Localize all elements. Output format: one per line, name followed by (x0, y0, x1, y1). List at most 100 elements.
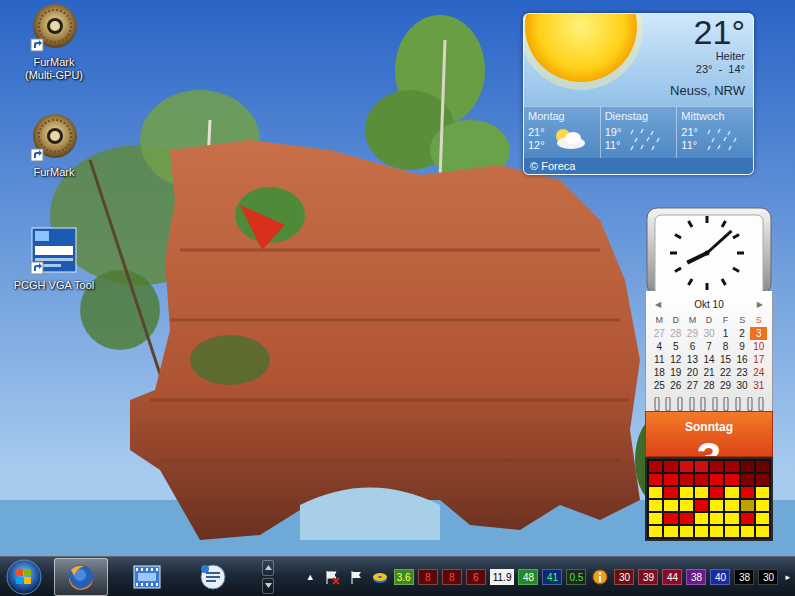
calendar-day[interactable]: 19 (668, 366, 685, 379)
calendar-day[interactable]: 28 (701, 379, 718, 392)
calendar-day[interactable]: 3 (750, 327, 767, 340)
tray-readout[interactable]: 38 (686, 569, 706, 585)
calendar-day[interactable]: 27 (651, 327, 668, 340)
taskbar-button[interactable] (54, 558, 108, 596)
weather-condition: Heiter (716, 50, 745, 63)
calendar-day[interactable]: 21 (701, 366, 718, 379)
tray-readout[interactable]: 30 (614, 569, 634, 585)
calendar-day[interactable]: 30 (701, 327, 718, 340)
calendar-day[interactable]: 24 (750, 366, 767, 379)
calendar-day[interactable]: 28 (668, 327, 685, 340)
tray-icon[interactable] (346, 569, 366, 585)
meter-cell (725, 461, 738, 472)
forecast-high: 19° (605, 126, 622, 139)
calendar-day[interactable]: 30 (734, 379, 751, 392)
calendar-day[interactable]: 23 (734, 366, 751, 379)
calendar-day[interactable]: 29 (717, 379, 734, 392)
pcgh-icon (29, 226, 79, 276)
calendar-day[interactable]: 31 (750, 379, 767, 392)
gadget-column: ◀Okt 10▶MDMDFSS2728293012345678910111213… (645, 207, 773, 541)
tray-icon[interactable] (322, 569, 342, 585)
ring-icon (654, 397, 660, 411)
tray-readout[interactable]: 8 (442, 569, 462, 585)
tray-readout[interactable]: 40 (710, 569, 730, 585)
tray-readout[interactable]: 30 (758, 569, 778, 585)
calendar-day[interactable]: 17 (750, 353, 767, 366)
tray-readout[interactable]: 39 (638, 569, 658, 585)
tray-readout[interactable]: 48 (518, 569, 538, 585)
calendar-day[interactable]: 29 (684, 327, 701, 340)
meter-cell (756, 474, 769, 485)
tray-icon[interactable] (370, 569, 390, 585)
calendar-day[interactable]: 16 (734, 353, 751, 366)
previous-month-button[interactable]: ◀ (655, 300, 661, 309)
calendar-day[interactable]: 5 (668, 340, 685, 353)
tray-readout[interactable]: 0.5 (566, 569, 586, 585)
calendar-day[interactable]: 2 (734, 327, 751, 340)
temperature-range: 23° - 14° (696, 63, 745, 76)
tray-readout[interactable]: 38 (734, 569, 754, 585)
tray-icon[interactable] (590, 569, 610, 585)
tray-readout[interactable]: 8 (418, 569, 438, 585)
start-button[interactable] (0, 557, 48, 596)
shortcut-arrow-icon (31, 149, 43, 161)
desktop-icon[interactable]: FurMark(Multi-GPU) (6, 3, 102, 82)
calendar-day[interactable]: 9 (734, 340, 751, 353)
info-icon (592, 569, 608, 585)
tray-readout[interactable]: 11.9 (490, 569, 515, 585)
calendar-day[interactable]: 1 (717, 327, 734, 340)
calendar-day[interactable]: 10 (750, 340, 767, 353)
meter-cell (649, 474, 662, 485)
shortcut-arrow-icon (31, 39, 43, 51)
clock-gadget[interactable] (645, 207, 773, 291)
taskbar-button[interactable] (186, 558, 240, 596)
sun-icon (524, 14, 654, 106)
ring-icon (677, 397, 683, 411)
calendar-day[interactable]: 4 (651, 340, 668, 353)
big-day-number: 3 (697, 437, 721, 457)
tray-readout[interactable]: 44 (662, 569, 682, 585)
forecast-low: 12° (528, 139, 545, 152)
down-arrow-icon (265, 583, 272, 588)
windows-logo-icon (5, 558, 43, 596)
calendar-day[interactable]: 14 (701, 353, 718, 366)
calendar-day[interactable]: 26 (668, 379, 685, 392)
calendar-day[interactable]: 8 (717, 340, 734, 353)
tray-readout[interactable]: 3.6 (394, 569, 414, 585)
forecast-low: 11° (681, 139, 698, 152)
taskbar-button[interactable] (120, 558, 174, 596)
calendar-day[interactable]: 25 (651, 379, 668, 392)
calendar-day[interactable]: 15 (717, 353, 734, 366)
desktop-icon[interactable]: PCGH VGA Tool (6, 226, 102, 292)
desktop: FurMark(Multi-GPU)FurMarkPCGH VGA Tool21… (0, 0, 795, 556)
forecast-day: Montag21°12° (524, 107, 601, 158)
tray-readout[interactable]: 41 (542, 569, 562, 585)
weather-gadget[interactable]: 21°Heiter23° - 14°Neuss, NRWMontag21°12°… (523, 13, 754, 175)
meter-cell (695, 513, 708, 524)
calendar-day[interactable]: 7 (701, 340, 718, 353)
meter-gadget[interactable] (645, 457, 773, 541)
weather-credit[interactable]: © Foreca (524, 158, 753, 174)
meter-cell (680, 513, 693, 524)
calendar-gadget[interactable]: ◀Okt 10▶MDMDFSS2728293012345678910111213… (645, 291, 773, 411)
calendar-day[interactable]: 22 (717, 366, 734, 379)
calendar-day[interactable]: 13 (684, 353, 701, 366)
tray-arrow-button[interactable]: ▸ (782, 572, 793, 582)
desktop-icon[interactable]: FurMark (6, 113, 102, 179)
calendar-day[interactable]: 18 (651, 366, 668, 379)
scroll-up-button[interactable] (262, 560, 274, 576)
taskbar-scroll (262, 560, 274, 594)
calendar-day[interactable]: 20 (684, 366, 701, 379)
calendar-day[interactable]: 12 (668, 353, 685, 366)
up-arrow-icon (265, 565, 272, 570)
calendar-day[interactable]: 11 (651, 353, 668, 366)
next-month-button[interactable]: ▶ (757, 300, 763, 309)
meter-cell (710, 526, 723, 537)
calendar-day[interactable]: 6 (684, 340, 701, 353)
calendar-day[interactable]: 27 (684, 379, 701, 392)
scroll-down-button[interactable] (262, 578, 274, 594)
forecast-high: 21° (681, 126, 698, 139)
tray-readout[interactable]: 6 (466, 569, 486, 585)
tray-arrow-button[interactable]: ▲ (303, 572, 318, 582)
meter-cell (725, 526, 738, 537)
